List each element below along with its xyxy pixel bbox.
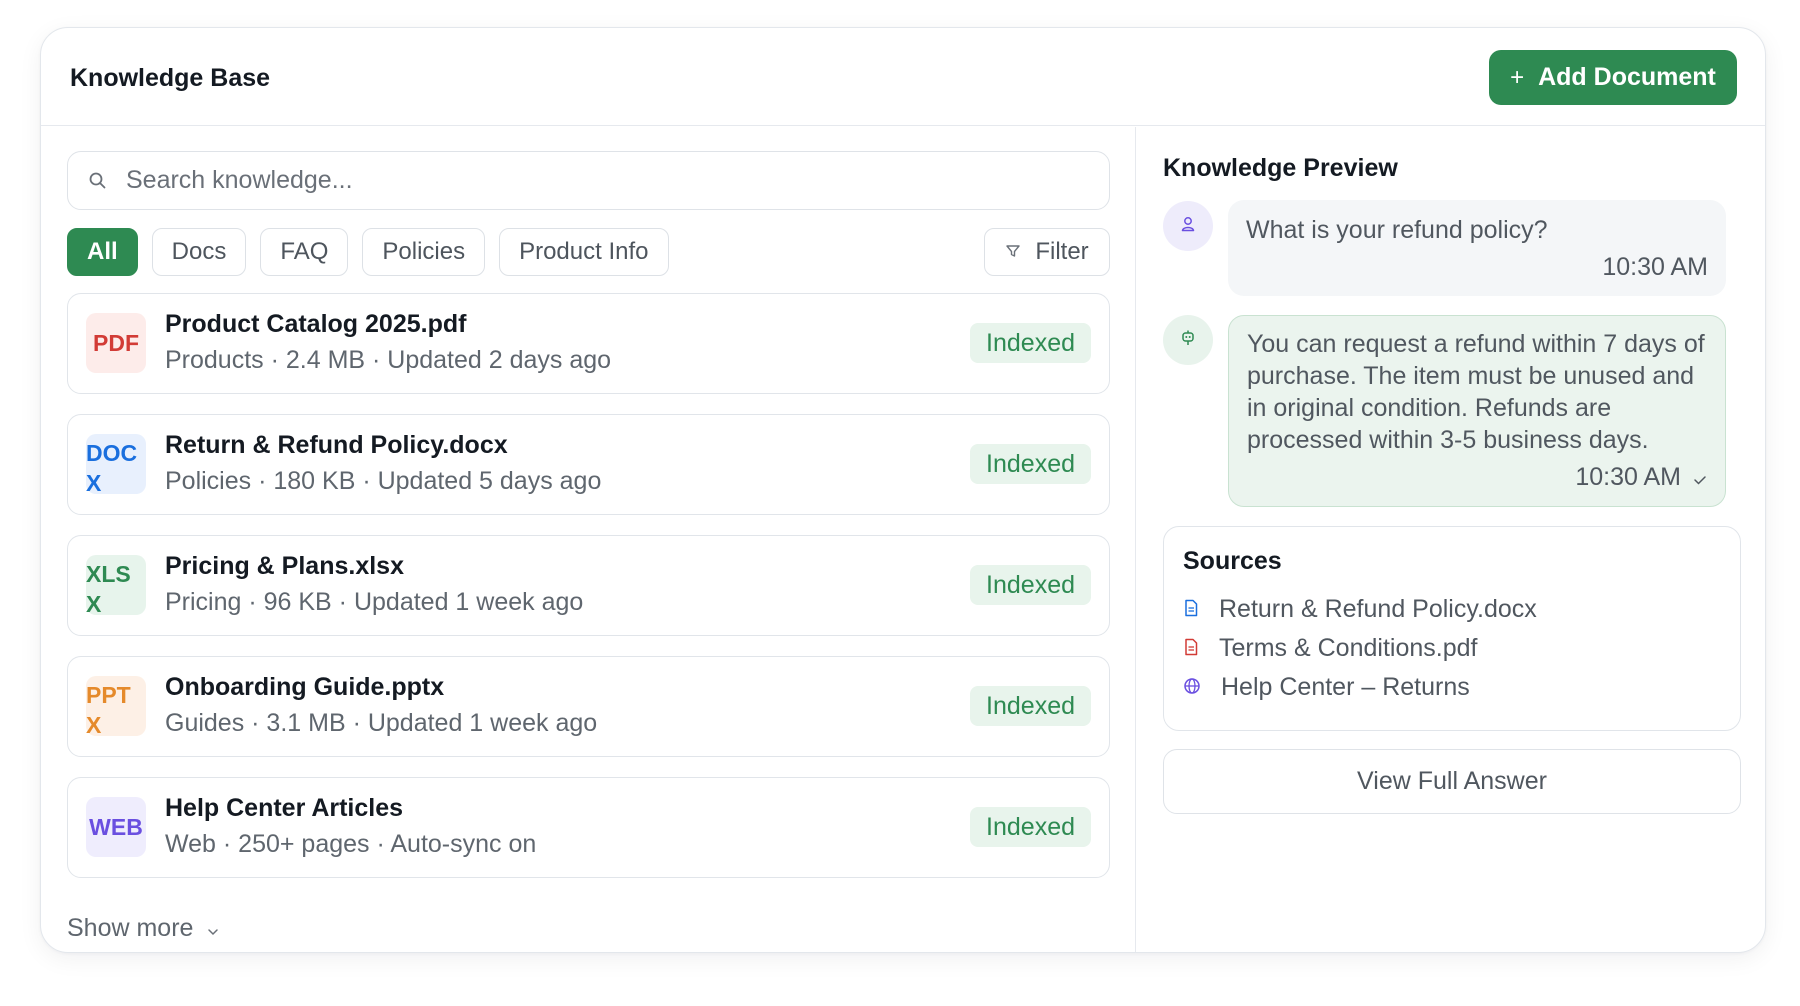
category-tabs: All Docs FAQ Policies Product Info xyxy=(67,228,669,276)
source-label: Help Center – Returns xyxy=(1221,673,1470,701)
document-name: Help Center Articles xyxy=(165,794,404,822)
message-timestamp: 10:30 AM xyxy=(1575,463,1707,492)
document-name: Onboarding Guide.pptx xyxy=(165,673,445,701)
answer-time: 10:30 AM xyxy=(1575,463,1681,491)
user-avatar xyxy=(1163,201,1213,251)
message-timestamp: 10:30 AM xyxy=(1602,253,1708,282)
preview-panel: Knowledge Preview What is your refund po… xyxy=(1137,127,1765,952)
status-badge: Indexed xyxy=(970,565,1091,605)
globe-icon xyxy=(1183,673,1201,702)
show-more-label: Show more xyxy=(67,914,194,942)
search-input[interactable] xyxy=(126,166,1026,195)
knowledge-list-panel: All Docs FAQ Policies Product Info Filte… xyxy=(41,127,1136,952)
status-badge: Indexed xyxy=(970,686,1091,726)
source-label: Return & Refund Policy.docx xyxy=(1219,595,1537,623)
filter-icon xyxy=(1005,238,1021,266)
bot-avatar xyxy=(1163,315,1213,365)
document-icon xyxy=(1183,595,1199,624)
document-name: Return & Refund Policy.docx xyxy=(165,431,508,459)
source-item[interactable]: Return & Refund Policy.docx xyxy=(1183,595,1537,624)
xlsx-file-badge: XLSX xyxy=(86,555,146,617)
source-item[interactable]: Terms & Conditions.pdf xyxy=(1183,634,1477,663)
document-row[interactable]: PDF Product Catalog 2025.pdf Products · … xyxy=(67,293,1110,394)
document-meta: Web · 250+ pages · Auto-sync on xyxy=(165,830,537,858)
document-list: PDF Product Catalog 2025.pdf Products · … xyxy=(67,293,1110,898)
web-file-badge: WEB xyxy=(86,797,146,857)
tab-all[interactable]: All xyxy=(67,228,138,276)
question-time: 10:30 AM xyxy=(1602,253,1708,281)
pptx-file-badge: PPTX xyxy=(86,676,146,738)
filter-label: Filter xyxy=(1035,238,1089,265)
add-document-label: Add Document xyxy=(1538,63,1716,91)
document-row[interactable]: DOCX Return & Refund Policy.docx Policie… xyxy=(67,414,1110,515)
question-bubble: What is your refund policy? 10:30 AM xyxy=(1228,200,1726,296)
pdf-icon xyxy=(1183,634,1199,663)
status-badge: Indexed xyxy=(970,323,1091,363)
preview-title: Knowledge Preview xyxy=(1163,154,1398,182)
sources-card: Sources Return & Refund Policy.docx Term… xyxy=(1163,526,1741,731)
status-badge: Indexed xyxy=(970,444,1091,484)
tab-product-info[interactable]: Product Info xyxy=(499,228,669,276)
document-meta: Products · 2.4 MB · Updated 2 days ago xyxy=(165,346,612,374)
page-title: Knowledge Base xyxy=(70,64,271,92)
tab-docs[interactable]: Docs xyxy=(151,228,247,276)
knowledge-base-card: Knowledge Base + Add Document All Docs F… xyxy=(40,27,1766,953)
user-icon xyxy=(1179,215,1197,238)
robot-icon xyxy=(1179,329,1197,352)
show-more-button[interactable]: Show more xyxy=(67,914,219,943)
sources-title: Sources xyxy=(1183,547,1282,575)
add-document-button[interactable]: + Add Document xyxy=(1489,50,1737,105)
tab-faq[interactable]: FAQ xyxy=(260,228,349,276)
document-row[interactable]: WEB Help Center Articles Web · 250+ page… xyxy=(67,777,1110,878)
search-icon xyxy=(88,171,108,191)
document-meta: Policies · 180 KB · Updated 5 days ago xyxy=(165,467,602,495)
pdf-file-badge: PDF xyxy=(86,313,146,373)
source-item[interactable]: Help Center – Returns xyxy=(1183,673,1470,702)
plus-icon: + xyxy=(1510,63,1525,91)
document-meta: Guides · 3.1 MB · Updated 1 week ago xyxy=(165,709,598,737)
question-text: What is your refund policy? xyxy=(1246,216,1548,244)
chevron-down-icon xyxy=(207,914,219,943)
header: Knowledge Base + Add Document xyxy=(41,28,1765,126)
view-full-answer-button[interactable]: View Full Answer xyxy=(1163,749,1741,814)
document-name: Product Catalog 2025.pdf xyxy=(165,310,467,338)
document-name: Pricing & Plans.xlsx xyxy=(165,552,404,580)
filter-button[interactable]: Filter xyxy=(984,228,1110,276)
status-badge: Indexed xyxy=(970,807,1091,847)
tab-policies[interactable]: Policies xyxy=(362,228,486,276)
document-meta: Pricing · 96 KB · Updated 1 week ago xyxy=(165,588,584,616)
answer-text: You can request a refund within 7 days o… xyxy=(1247,330,1705,454)
answer-bubble: You can request a refund within 7 days o… xyxy=(1228,315,1726,507)
check-icon xyxy=(1693,463,1707,492)
document-row[interactable]: XLSX Pricing & Plans.xlsx Pricing · 96 K… xyxy=(67,535,1110,636)
document-row[interactable]: PPTX Onboarding Guide.pptx Guides · 3.1 … xyxy=(67,656,1110,757)
docx-file-badge: DOCX xyxy=(86,434,146,496)
source-label: Terms & Conditions.pdf xyxy=(1219,634,1478,662)
search-box[interactable] xyxy=(67,151,1110,210)
